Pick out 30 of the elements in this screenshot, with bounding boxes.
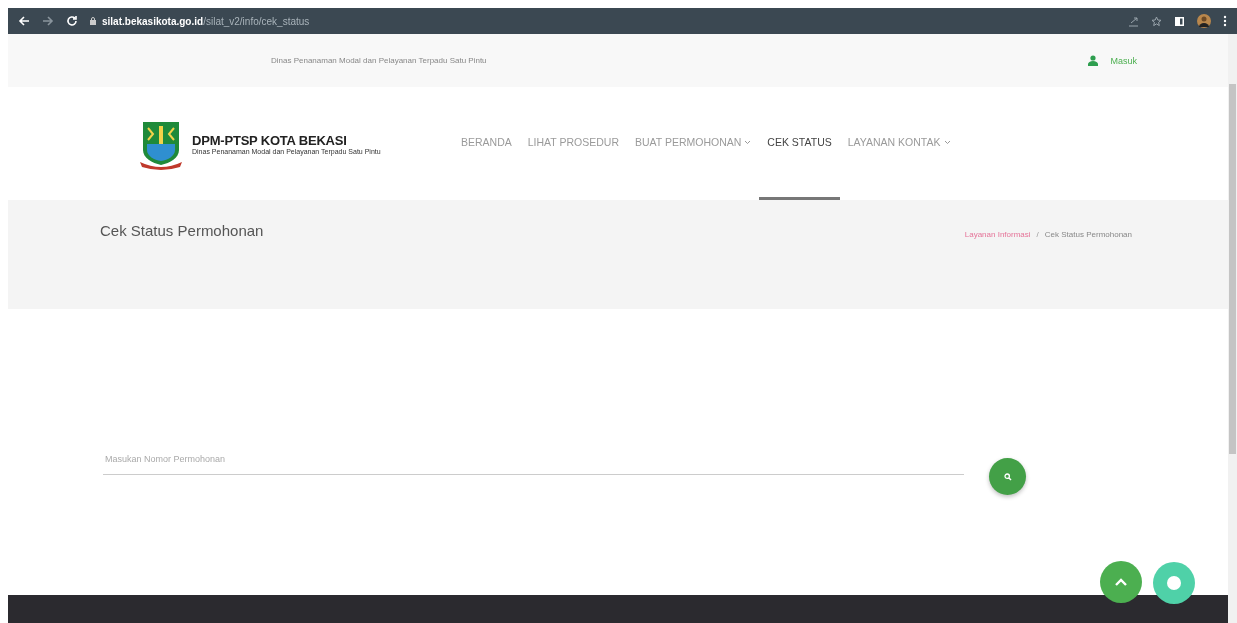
menu-icon[interactable] — [1223, 15, 1227, 27]
nav-tab[interactable]: BUAT PERMOHONAN — [627, 87, 760, 200]
breadcrumb-separator: / — [1036, 230, 1039, 239]
breadcrumb-link[interactable]: Layanan Informasi — [964, 230, 1031, 239]
page-title: Cek Status Permohonan — [100, 222, 264, 239]
lock-icon — [90, 17, 96, 25]
search-button[interactable] — [989, 458, 1026, 495]
star-icon[interactable] — [1151, 15, 1162, 27]
sidebar-icon[interactable] — [1174, 15, 1185, 27]
address-bar-url[interactable]: silat.bekasikota.go.id/silat_v2/info/cek_status — [102, 15, 310, 27]
application-number-field[interactable]: Masukan Nomor Permohonan — [103, 444, 964, 475]
chat-bubble-icon — [1166, 575, 1182, 591]
scrollbar[interactable] — [1228, 34, 1237, 623]
login-link[interactable]: Masuk — [1088, 55, 1137, 66]
chevron-up-icon — [1114, 577, 1128, 587]
user-icon — [1088, 55, 1099, 66]
profile-avatar-icon[interactable] — [1197, 14, 1211, 28]
nav-tab[interactable]: LIHAT PROSEDUR — [519, 87, 627, 200]
chat-button[interactable] — [1153, 562, 1195, 604]
agency-name: Dinas Penanaman Modal dan Pelayanan Terpadu Satu Pintu — [271, 56, 488, 65]
breadcrumb-current: Cek Status Permohonan — [1044, 230, 1132, 239]
forward-icon[interactable] — [42, 15, 54, 27]
reload-icon[interactable] — [66, 15, 78, 27]
nav-tab[interactable]: LAYANAN KONTAK — [839, 87, 959, 200]
scroll-top-button[interactable] — [1100, 561, 1142, 603]
brand-title: DPM-PTSP KOTA BEKASI — [192, 132, 348, 148]
back-icon[interactable] — [18, 15, 30, 27]
search-icon — [1003, 472, 1012, 481]
nav-tab[interactable]: BERANDA — [453, 87, 520, 200]
share-icon[interactable] — [1128, 15, 1139, 27]
